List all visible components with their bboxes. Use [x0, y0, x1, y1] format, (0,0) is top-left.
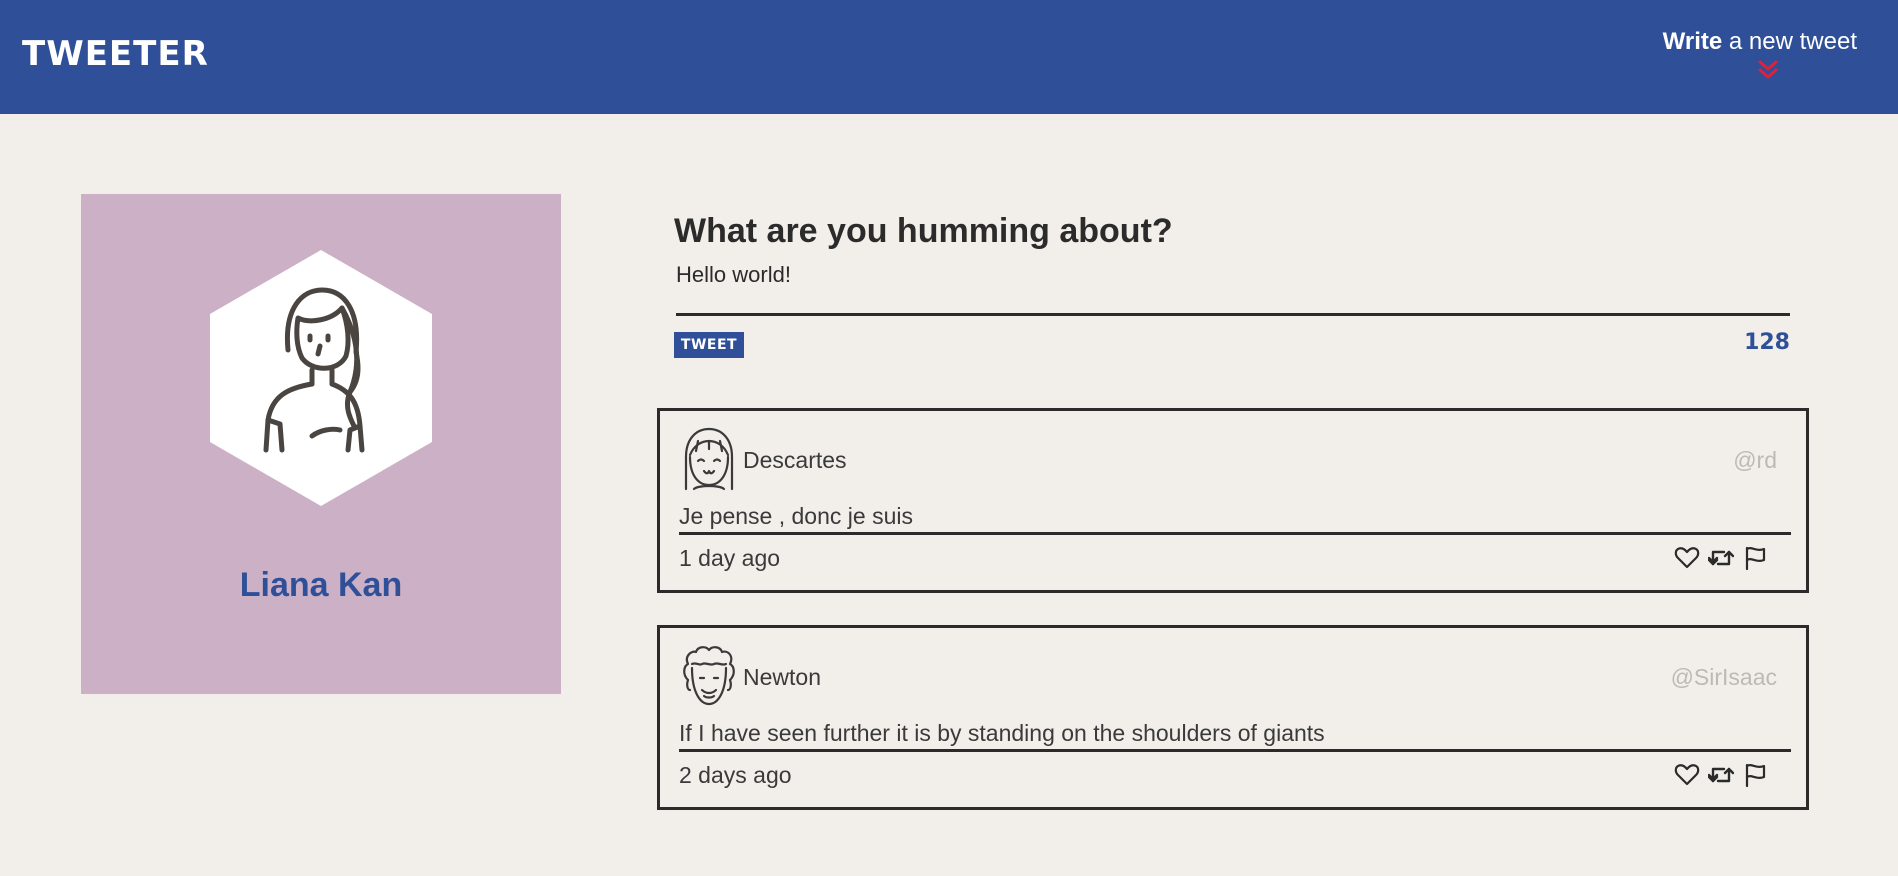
- tweet-card: Descartes @rd Je pense , donc je suis 1 …: [657, 408, 1809, 593]
- tweet-card: Newton @SirIsaac If I have seen further …: [657, 625, 1809, 810]
- woman-avatar-icon: [210, 250, 432, 506]
- heart-icon[interactable]: [1674, 545, 1700, 571]
- tweet-author[interactable]: Newton: [743, 664, 821, 691]
- write-new-tweet-link[interactable]: Write a new tweet: [1663, 28, 1857, 56]
- retweet-icon[interactable]: [1708, 545, 1734, 571]
- double-chevron-down-icon[interactable]: [1757, 58, 1779, 82]
- app-logo[interactable]: TWEETER: [22, 34, 209, 74]
- tweet-body: If I have seen further it is by standing…: [679, 720, 1791, 752]
- compose-title: What are you humming about?: [674, 212, 1173, 250]
- tweet-timestamp: 2 days ago: [679, 762, 792, 788]
- compose-link-bold: Write: [1662, 28, 1723, 55]
- flag-icon[interactable]: [1742, 762, 1768, 788]
- tweet-handle[interactable]: @SirIsaac: [1671, 664, 1777, 691]
- tweet-actions: [1674, 545, 1768, 571]
- profile-card: Liana Kan: [81, 194, 561, 694]
- heart-icon[interactable]: [1674, 762, 1700, 788]
- profile-name: Liana Kan: [239, 566, 403, 604]
- tweet-text-input[interactable]: [676, 256, 1790, 316]
- tweet-body: Je pense , donc je suis: [679, 503, 1791, 535]
- tweet-handle[interactable]: @rd: [1733, 447, 1777, 474]
- top-navbar: TWEETER Write a new tweet: [0, 0, 1898, 114]
- compose-link-text: a new tweet: [1722, 28, 1857, 55]
- tweet-button[interactable]: TWEET: [674, 332, 744, 358]
- curly-hair-avatar-icon: [683, 646, 735, 706]
- character-counter: 128: [1744, 330, 1790, 355]
- tweet-actions: [1674, 762, 1768, 788]
- retweet-icon[interactable]: [1708, 762, 1734, 788]
- compose-tweet-section: What are you humming about? TWEET 128: [674, 208, 1792, 363]
- girl-avatar-icon: [684, 427, 734, 491]
- tweet-timestamp: 1 day ago: [679, 545, 781, 571]
- flag-icon[interactable]: [1742, 545, 1768, 571]
- tweet-author[interactable]: Descartes: [743, 447, 847, 474]
